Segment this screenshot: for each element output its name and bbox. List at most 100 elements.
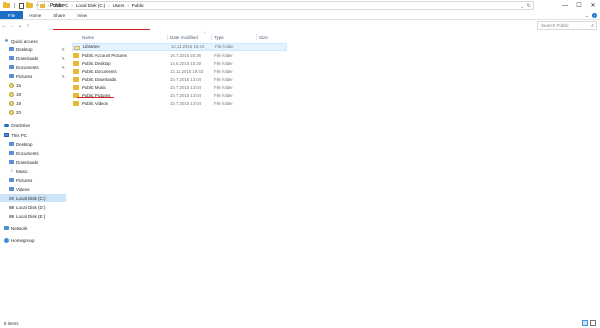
folder-icon — [73, 101, 79, 106]
nav-label: Pictures — [16, 73, 33, 79]
file-row-public-music[interactable]: Public Music 10.7.2015 13:04 File folder — [72, 84, 287, 92]
file-date: 10.7.2015 13:04 — [170, 92, 202, 98]
file-name: Libraries — [83, 44, 100, 50]
network-icon — [4, 226, 9, 230]
nav-local-disk-d[interactable]: Local Disk (D:) — [0, 203, 66, 211]
tab-share[interactable]: Share — [47, 11, 71, 19]
nav-videos[interactable]: Videos — [0, 185, 66, 193]
column-header-date-modified[interactable]: Date modified — [170, 33, 198, 41]
refresh-icon[interactable]: ↻ — [527, 2, 531, 10]
forward-button[interactable]: → — [8, 20, 16, 31]
file-type: File folder — [214, 68, 233, 74]
file-name: Public Downloads — [82, 76, 117, 82]
file-row-public-videos[interactable]: Public Videos 10.7.2015 13:04 File folde… — [72, 100, 287, 108]
nav-onedrive[interactable]: OneDrive — [0, 121, 66, 129]
folder-icon — [40, 3, 45, 8]
nav-quick-access[interactable]: ★ Quick access — [0, 37, 66, 45]
pin-icon[interactable]: ✎ — [62, 47, 65, 52]
nav-homegroup[interactable]: Homegroup — [0, 236, 66, 244]
close-button[interactable]: ✕ — [586, 0, 600, 11]
nav-folder-20[interactable]: 20 — [0, 108, 66, 116]
nav-local-disk-c[interactable]: Local Disk (C:) — [0, 194, 66, 202]
star-icon: ★ — [4, 37, 9, 44]
large-icons-view-button[interactable] — [590, 320, 596, 326]
nav-label: Downloads — [16, 55, 39, 61]
view-toggles — [582, 320, 596, 326]
back-button[interactable]: ← — [0, 20, 8, 31]
breadcrumb-public[interactable]: Public — [131, 3, 145, 8]
folder-icon — [73, 53, 79, 58]
nav-local-disk-e[interactable]: Local Disk (E:) — [0, 212, 66, 220]
recent-locations-button[interactable]: ⌄ — [16, 20, 24, 31]
file-date: 12.11.2015 19:43 — [171, 44, 205, 50]
folder-icon — [3, 2, 10, 8]
file-row-public-desktop[interactable]: Public Desktop 14.5.2016 15:30 File fold… — [72, 60, 287, 68]
nav-desktop[interactable]: Desktop — [0, 140, 66, 148]
nav-label: Downloads — [16, 159, 39, 165]
nav-network[interactable]: Network — [0, 224, 66, 232]
file-type: File folder — [214, 84, 233, 90]
up-button[interactable]: ↑ — [24, 20, 32, 31]
minimize-button[interactable]: — — [558, 0, 572, 11]
details-view-button[interactable] — [582, 320, 588, 326]
nav-music[interactable]: ♪ Music — [0, 167, 66, 175]
breadcrumb-this-pc[interactable]: This PC — [51, 3, 69, 8]
folder-icon — [9, 91, 14, 97]
tab-file[interactable]: File — [0, 11, 24, 19]
column-divider[interactable] — [256, 34, 257, 40]
column-divider[interactable] — [211, 34, 212, 40]
nav-label: Documents — [16, 150, 39, 156]
breadcrumb-local-disk-c[interactable]: Local Disk (C:) — [75, 3, 107, 8]
expand-ribbon-icon[interactable]: ⌄ — [585, 13, 589, 19]
nav-folder-18[interactable]: 18 — [0, 90, 66, 98]
nav-label: Local Disk (D:) — [16, 204, 46, 210]
file-date: 10.7.2015 13:04 — [170, 100, 202, 106]
nav-this-pc[interactable]: This PC — [0, 131, 66, 139]
help-icon[interactable]: ? — [592, 13, 597, 18]
nav-folder-15[interactable]: 15 — [0, 81, 66, 89]
file-type: File folder — [214, 76, 233, 82]
column-header-type[interactable]: Type — [214, 33, 224, 41]
nav-pictures-pinned[interactable]: Pictures ✎ — [0, 72, 66, 80]
file-row-public-downloads[interactable]: Public Downloads 10.7.2015 13:04 File fo… — [72, 76, 287, 84]
address-dropdown-icon[interactable]: ⌄ — [521, 2, 524, 10]
nav-label: Documents — [16, 64, 39, 70]
tab-view[interactable]: View — [71, 11, 93, 19]
separator-icon: | — [13, 2, 16, 9]
maximize-button[interactable]: ☐ — [572, 0, 586, 11]
nav-documents-pinned[interactable]: Documents ✎ — [0, 63, 66, 71]
nav-downloads[interactable]: Downloads — [0, 158, 66, 166]
file-row-public-account-pictures[interactable]: Public Account Pictures 16.7.2016 20:36 … — [72, 52, 287, 60]
nav-pictures[interactable]: Pictures — [0, 176, 66, 184]
nav-label: This PC — [11, 132, 28, 138]
folder-icon — [73, 69, 79, 74]
nav-label: 15 — [16, 82, 22, 88]
pin-icon[interactable]: ✎ — [62, 56, 65, 61]
drive-icon — [9, 196, 14, 200]
file-row-public-documents[interactable]: Public Documents 12.11.2015 19:43 File f… — [72, 68, 287, 76]
tab-home[interactable]: Home — [23, 11, 47, 19]
column-header-size[interactable]: Size — [259, 33, 268, 41]
search-icon[interactable]: ⌕ — [591, 23, 594, 29]
folder-icon — [9, 142, 14, 146]
breadcrumb-users[interactable]: Users — [112, 3, 126, 8]
nav-folder-19[interactable]: 19 — [0, 99, 66, 107]
computer-icon — [4, 133, 9, 137]
column-header-name[interactable]: Name — [82, 33, 94, 41]
nav-desktop-pinned[interactable]: Desktop ✎ — [0, 45, 66, 53]
file-name: Public Music — [82, 84, 107, 90]
search-input[interactable]: Search Public ⌕ — [537, 21, 597, 30]
properties-icon[interactable] — [19, 2, 24, 9]
download-icon — [9, 160, 14, 164]
navigation-pane: ★ Quick access Desktop ✎ Downloads ✎ Doc… — [0, 33, 66, 319]
new-folder-icon[interactable] — [26, 2, 33, 8]
file-row-libraries[interactable]: Libraries 12.11.2015 19:43 File folder — [72, 43, 287, 51]
nav-downloads-pinned[interactable]: Downloads ✎ — [0, 54, 66, 62]
pin-icon[interactable]: ✎ — [62, 74, 65, 79]
address-bar[interactable]: › This PC › Local Disk (C:) › Users › Pu… — [37, 1, 534, 10]
annotation-underline-public-desktop — [77, 97, 114, 99]
sort-indicator-icon: ^ — [204, 31, 206, 35]
pin-icon[interactable]: ✎ — [62, 65, 65, 70]
nav-documents[interactable]: Documents — [0, 149, 66, 157]
column-divider[interactable] — [167, 34, 168, 40]
